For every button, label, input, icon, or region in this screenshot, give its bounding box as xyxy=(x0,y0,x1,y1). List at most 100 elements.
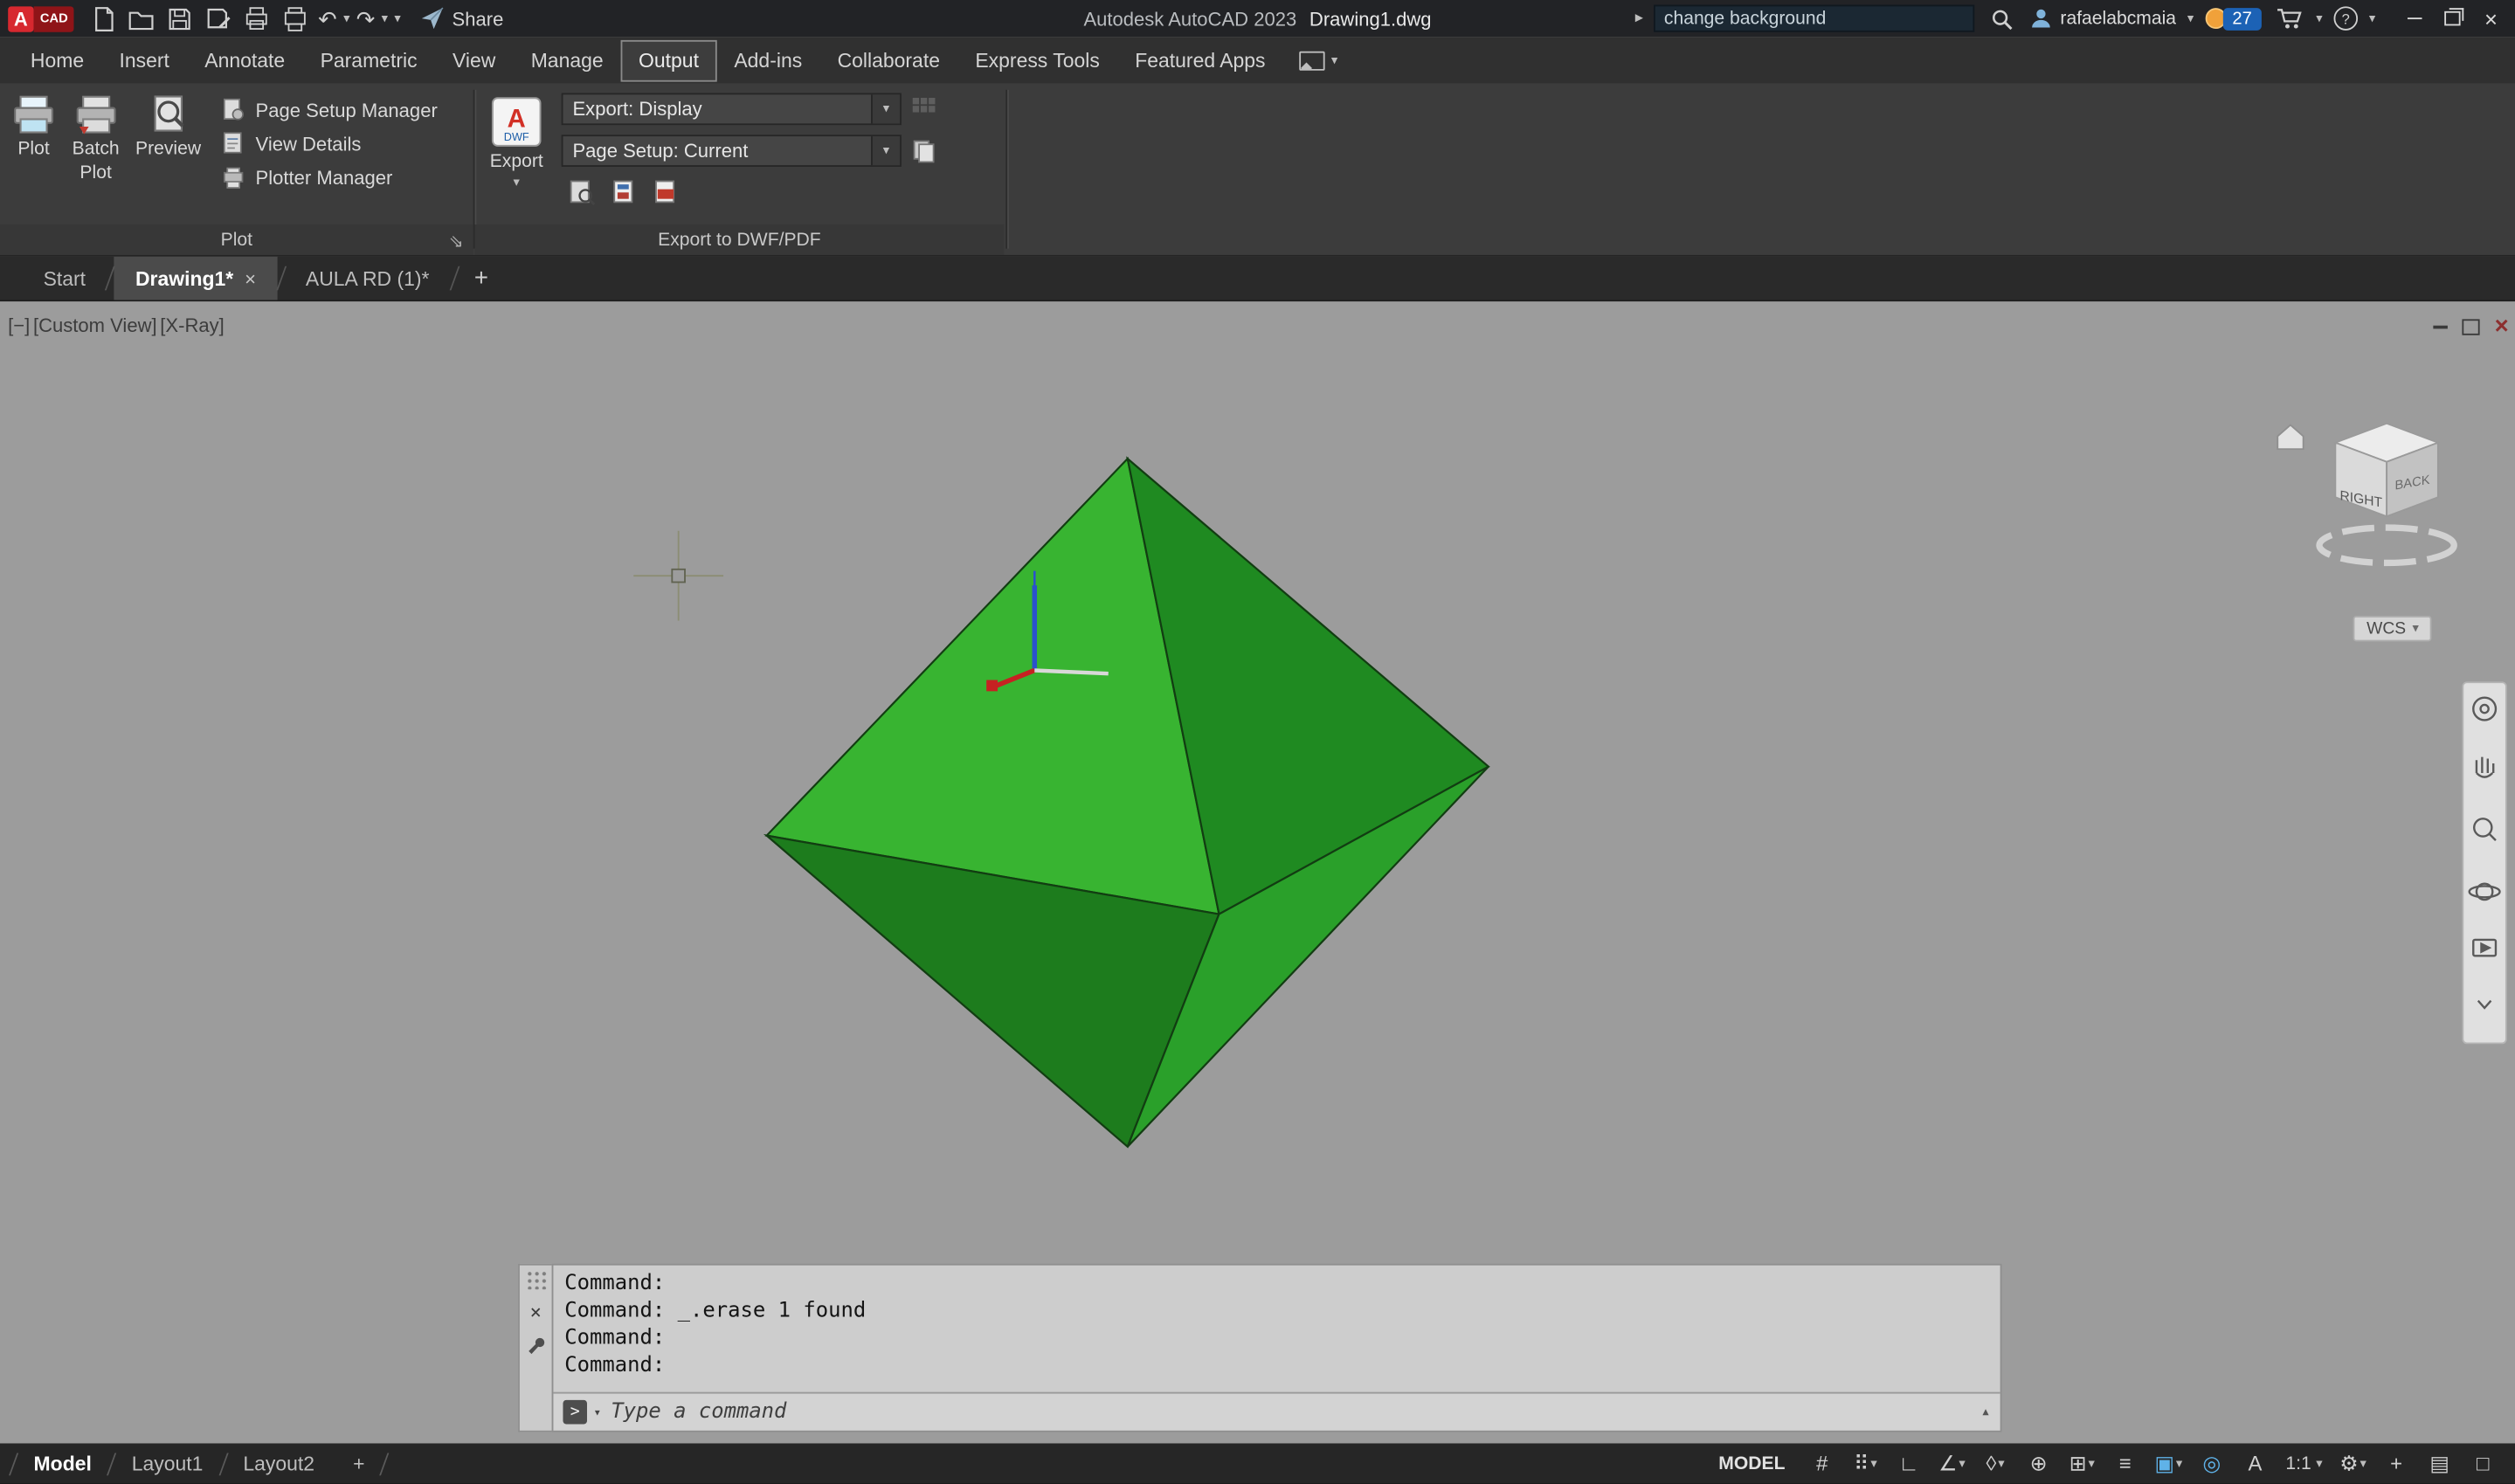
export-pdf-icon[interactable] xyxy=(651,180,680,205)
tab-output[interactable]: Output xyxy=(621,39,716,81)
page-setup-combo[interactable]: Page Setup: Current ▾ xyxy=(562,135,902,167)
export-display-combo[interactable]: Export: Display ▾ xyxy=(562,93,902,125)
navbar-more-caret-icon[interactable] xyxy=(2478,1001,2491,1008)
batch-plot-button-quick[interactable] xyxy=(280,3,312,35)
graphics-performance-button[interactable]: ▤ xyxy=(2421,1446,2459,1481)
drawing-canvas[interactable]: [−] [Custom View] [X-Ray] × RIGHT BACK W… xyxy=(0,301,2515,1443)
snap-mode-toggle[interactable]: ⠿▾ xyxy=(1846,1446,1884,1481)
batch-plot-button[interactable]: Batch Plot xyxy=(67,88,124,191)
dialog-launcher-icon[interactable]: ⇘ xyxy=(449,231,464,252)
search-button[interactable] xyxy=(1986,3,2019,35)
search-expand-arrow[interactable]: ▸ xyxy=(1635,10,1643,26)
save-as-button[interactable] xyxy=(203,3,235,35)
store-button[interactable] xyxy=(2273,3,2305,35)
file-tab-start[interactable]: Start xyxy=(23,257,107,300)
snap-cursor-toggle[interactable]: ◎ xyxy=(2193,1446,2231,1481)
preview-dwf-icon[interactable] xyxy=(568,180,597,205)
recent-commands-caret[interactable]: ▾ xyxy=(593,1405,601,1419)
combo-arrow-icon[interactable]: ▾ xyxy=(871,136,900,165)
close-button[interactable]: × xyxy=(2473,3,2508,35)
orbit-icon[interactable] xyxy=(2470,884,2500,900)
tab-featured-apps[interactable]: Featured Apps xyxy=(1117,39,1283,81)
command-prompt-icon[interactable]: > xyxy=(563,1400,587,1425)
grip-dots-icon[interactable] xyxy=(525,1270,546,1289)
isodraft-toggle[interactable]: ◊▾ xyxy=(1976,1446,2014,1481)
viewport-view-control[interactable]: [Custom View] xyxy=(33,314,157,337)
object-snap-tracking-toggle[interactable]: ⊕ xyxy=(2020,1446,2058,1481)
tab-add-ins[interactable]: Add-ins xyxy=(716,39,819,81)
plotter-manager-button[interactable]: Plotter Manager xyxy=(222,165,438,190)
undo-button[interactable]: ↶ xyxy=(318,7,337,30)
plot-button[interactable]: Plot xyxy=(6,88,60,167)
expand-history-caret[interactable]: ▴ xyxy=(1981,1404,1991,1421)
layout-tab-model[interactable]: Model xyxy=(15,1443,111,1483)
store-dropdown-caret[interactable]: ▾ xyxy=(2316,12,2322,25)
preview-button[interactable]: Preview xyxy=(130,88,205,167)
grid-display-toggle[interactable]: # xyxy=(1803,1446,1841,1481)
share-button[interactable]: Share xyxy=(420,6,504,31)
help-button[interactable]: ? xyxy=(2333,6,2358,31)
annotation-visibility-toggle[interactable]: A xyxy=(2235,1446,2274,1481)
new-drawing-tab-button[interactable]: + xyxy=(459,257,505,300)
ucs-x-grip[interactable] xyxy=(986,680,998,692)
notifications-badge[interactable]: 27 xyxy=(2205,7,2262,30)
viewport-minus-control[interactable]: [−] xyxy=(8,314,30,337)
wcs-dropdown[interactable]: WCS ▾ xyxy=(2353,616,2431,641)
zoom-icon[interactable] xyxy=(2474,818,2496,840)
account-dropdown-caret[interactable]: ▾ xyxy=(2187,12,2194,25)
pan-icon[interactable] xyxy=(2477,757,2493,777)
tab-annotate[interactable]: Annotate xyxy=(187,39,302,81)
polar-tracking-toggle[interactable]: ∠▾ xyxy=(1932,1446,1971,1481)
app-menu-button[interactable]: A CAD xyxy=(8,5,74,31)
annotation-scale-button[interactable]: 1:1 ▾ xyxy=(2279,1453,2329,1473)
lineweight-toggle[interactable]: ≡ xyxy=(2106,1446,2145,1481)
drawing-restore-icon[interactable] xyxy=(2463,318,2480,334)
tab-parametric[interactable]: Parametric xyxy=(302,39,434,81)
ribbon-display-options[interactable]: ▾ xyxy=(1299,51,1337,70)
ortho-toggle[interactable]: ∟ xyxy=(1890,1446,1928,1481)
isolate-objects-button[interactable]: □ xyxy=(2463,1446,2502,1481)
redo-button[interactable]: ↷ xyxy=(356,7,376,30)
showmotion-icon[interactable] xyxy=(2473,940,2496,956)
plot-panel-title-bar[interactable]: Plot ⇘ xyxy=(0,224,473,255)
file-tab-drawing1[interactable]: Drawing1* × xyxy=(114,257,277,300)
drawing-close-icon[interactable]: × xyxy=(2495,314,2509,339)
customization-button[interactable]: + xyxy=(2377,1446,2415,1481)
qat-customize-caret[interactable]: ▾ xyxy=(394,12,400,25)
minimize-button[interactable] xyxy=(2396,3,2431,35)
tab-manage[interactable]: Manage xyxy=(513,39,620,81)
selection-cycling-toggle[interactable]: ▣▾ xyxy=(2149,1446,2187,1481)
combo-arrow-icon[interactable]: ▾ xyxy=(871,94,900,123)
new-file-button[interactable] xyxy=(87,3,120,35)
command-close-icon[interactable]: × xyxy=(530,1302,542,1322)
viewcube-compass-ring[interactable] xyxy=(2319,528,2454,563)
undo-dropdown-caret[interactable]: ▾ xyxy=(343,12,349,25)
new-layout-button[interactable]: + xyxy=(334,1443,383,1483)
navigation-wheel-icon[interactable] xyxy=(2473,698,2496,721)
octahedron-solid[interactable] xyxy=(767,459,1489,1147)
page-setup-manager-button[interactable]: Page Setup Manager xyxy=(222,98,438,122)
tab-express-tools[interactable]: Express Tools xyxy=(957,39,1117,81)
layout-tab-layout1[interactable]: Layout1 xyxy=(113,1443,223,1483)
command-input[interactable] xyxy=(608,1398,1975,1425)
file-tab-aula[interactable]: AULA RD (1)* xyxy=(285,257,450,300)
plot-button-quick[interactable] xyxy=(241,3,273,35)
search-input[interactable] xyxy=(1655,5,1975,32)
file-tab-close-icon[interactable]: × xyxy=(245,267,256,290)
workspace-switching-button[interactable]: ⚙▾ xyxy=(2334,1446,2373,1481)
drawing-minimize-icon[interactable] xyxy=(2434,325,2449,328)
layout-tab-layout2[interactable]: Layout2 xyxy=(224,1443,334,1483)
open-file-button[interactable] xyxy=(126,3,158,35)
tab-collaborate[interactable]: Collaborate xyxy=(819,39,957,81)
restore-button[interactable] xyxy=(2435,3,2470,35)
wrench-icon[interactable] xyxy=(524,1335,547,1357)
copy-settings-icon[interactable] xyxy=(911,138,936,163)
export-button[interactable]: A DWF Export ▾ xyxy=(485,88,549,220)
save-button[interactable] xyxy=(164,3,197,35)
viewcube[interactable]: RIGHT BACK xyxy=(2262,401,2502,577)
navigation-bar[interactable] xyxy=(2462,681,2506,1044)
redo-dropdown-caret[interactable]: ▾ xyxy=(382,12,388,25)
account-button[interactable]: rafaelabcmaia xyxy=(2030,6,2177,31)
view-details-button[interactable]: View Details xyxy=(222,132,438,156)
viewport-visual-style-control[interactable]: [X-Ray] xyxy=(160,314,224,337)
